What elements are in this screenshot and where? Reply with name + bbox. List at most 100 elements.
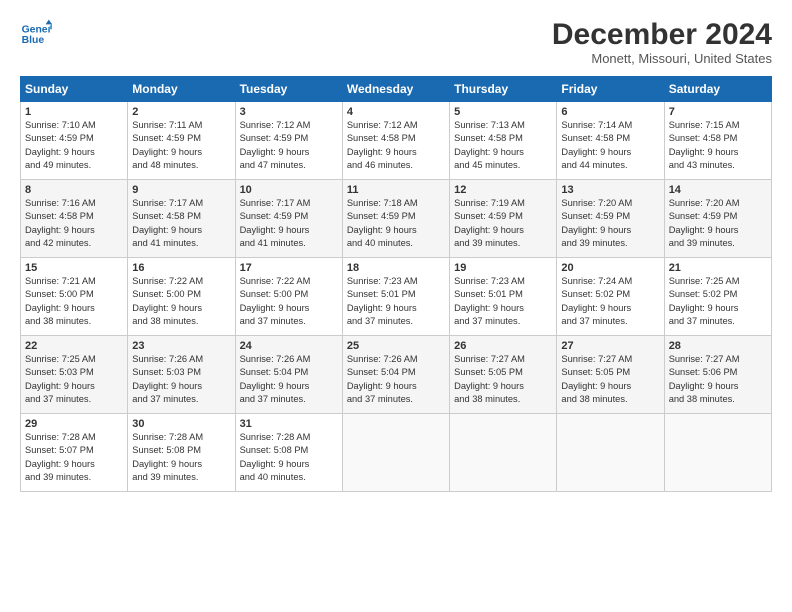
day-number: 26 <box>454 340 552 352</box>
day-number: 21 <box>669 262 767 274</box>
daylight-label: Daylight: 9 hours <box>25 147 95 157</box>
daylight-minutes: and 49 minutes. <box>25 160 91 170</box>
day-number: 29 <box>25 418 123 430</box>
day-number: 24 <box>240 340 338 352</box>
day-number: 9 <box>132 184 230 196</box>
day-number: 14 <box>669 184 767 196</box>
daylight-label: Daylight: 9 hours <box>132 381 202 391</box>
day-number: 4 <box>347 106 445 118</box>
day-number: 22 <box>25 340 123 352</box>
col-friday: Friday <box>557 77 664 102</box>
sunset-label: Sunset: 4:58 PM <box>454 133 523 143</box>
daylight-minutes: and 38 minutes. <box>25 316 91 326</box>
sunrise-label: Sunrise: 7:12 AM <box>347 120 418 130</box>
daylight-minutes: and 38 minutes. <box>669 394 735 404</box>
day-info: Sunrise: 7:27 AM Sunset: 5:05 PM Dayligh… <box>454 353 552 407</box>
day-info: Sunrise: 7:17 AM Sunset: 4:58 PM Dayligh… <box>132 197 230 251</box>
table-row: 23 Sunrise: 7:26 AM Sunset: 5:03 PM Dayl… <box>128 336 235 414</box>
day-number: 18 <box>347 262 445 274</box>
daylight-label: Daylight: 9 hours <box>132 303 202 313</box>
table-row: 25 Sunrise: 7:26 AM Sunset: 5:04 PM Dayl… <box>342 336 449 414</box>
daylight-label: Daylight: 9 hours <box>454 303 524 313</box>
day-number: 1 <box>25 106 123 118</box>
daylight-minutes: and 39 minutes. <box>454 238 520 248</box>
daylight-label: Daylight: 9 hours <box>669 225 739 235</box>
day-info: Sunrise: 7:14 AM Sunset: 4:58 PM Dayligh… <box>561 119 659 173</box>
day-number: 5 <box>454 106 552 118</box>
day-number: 31 <box>240 418 338 430</box>
sunrise-label: Sunrise: 7:27 AM <box>669 354 740 364</box>
table-row: 22 Sunrise: 7:25 AM Sunset: 5:03 PM Dayl… <box>21 336 128 414</box>
sunset-label: Sunset: 4:58 PM <box>132 211 201 221</box>
daylight-minutes: and 40 minutes. <box>240 472 306 482</box>
day-number: 7 <box>669 106 767 118</box>
day-info: Sunrise: 7:18 AM Sunset: 4:59 PM Dayligh… <box>347 197 445 251</box>
daylight-minutes: and 37 minutes. <box>240 394 306 404</box>
sunset-label: Sunset: 4:58 PM <box>25 211 94 221</box>
day-info: Sunrise: 7:27 AM Sunset: 5:05 PM Dayligh… <box>561 353 659 407</box>
daylight-label: Daylight: 9 hours <box>347 303 417 313</box>
table-row: 18 Sunrise: 7:23 AM Sunset: 5:01 PM Dayl… <box>342 258 449 336</box>
daylight-label: Daylight: 9 hours <box>25 459 95 469</box>
sunset-label: Sunset: 5:04 PM <box>240 367 309 377</box>
sunset-label: Sunset: 5:04 PM <box>347 367 416 377</box>
daylight-minutes: and 45 minutes. <box>454 160 520 170</box>
logo: General Blue <box>20 18 52 50</box>
daylight-minutes: and 38 minutes. <box>454 394 520 404</box>
sunrise-label: Sunrise: 7:26 AM <box>347 354 418 364</box>
sunset-label: Sunset: 5:05 PM <box>454 367 523 377</box>
day-number: 27 <box>561 340 659 352</box>
daylight-label: Daylight: 9 hours <box>669 147 739 157</box>
daylight-minutes: and 37 minutes. <box>454 316 520 326</box>
table-row: 16 Sunrise: 7:22 AM Sunset: 5:00 PM Dayl… <box>128 258 235 336</box>
table-row: 7 Sunrise: 7:15 AM Sunset: 4:58 PM Dayli… <box>664 102 771 180</box>
daylight-minutes: and 47 minutes. <box>240 160 306 170</box>
table-row: 11 Sunrise: 7:18 AM Sunset: 4:59 PM Dayl… <box>342 180 449 258</box>
day-number: 15 <box>25 262 123 274</box>
svg-text:General: General <box>22 24 52 35</box>
day-info: Sunrise: 7:12 AM Sunset: 4:58 PM Dayligh… <box>347 119 445 173</box>
sunset-label: Sunset: 4:58 PM <box>669 133 738 143</box>
daylight-label: Daylight: 9 hours <box>454 225 524 235</box>
day-number: 3 <box>240 106 338 118</box>
sunset-label: Sunset: 4:58 PM <box>347 133 416 143</box>
sunset-label: Sunset: 5:02 PM <box>561 289 630 299</box>
daylight-minutes: and 39 minutes. <box>25 472 91 482</box>
sunrise-label: Sunrise: 7:15 AM <box>669 120 740 130</box>
table-row: 3 Sunrise: 7:12 AM Sunset: 4:59 PM Dayli… <box>235 102 342 180</box>
col-sunday: Sunday <box>21 77 128 102</box>
sunrise-label: Sunrise: 7:14 AM <box>561 120 632 130</box>
day-info: Sunrise: 7:17 AM Sunset: 4:59 PM Dayligh… <box>240 197 338 251</box>
day-number: 13 <box>561 184 659 196</box>
day-number: 12 <box>454 184 552 196</box>
daylight-minutes: and 39 minutes. <box>132 472 198 482</box>
table-row <box>664 414 771 492</box>
day-number: 25 <box>347 340 445 352</box>
sunset-label: Sunset: 5:06 PM <box>669 367 738 377</box>
daylight-minutes: and 38 minutes. <box>132 316 198 326</box>
day-info: Sunrise: 7:25 AM Sunset: 5:03 PM Dayligh… <box>25 353 123 407</box>
daylight-label: Daylight: 9 hours <box>347 147 417 157</box>
sunset-label: Sunset: 5:05 PM <box>561 367 630 377</box>
daylight-minutes: and 37 minutes. <box>240 316 306 326</box>
col-monday: Monday <box>128 77 235 102</box>
table-row: 19 Sunrise: 7:23 AM Sunset: 5:01 PM Dayl… <box>450 258 557 336</box>
table-row: 9 Sunrise: 7:17 AM Sunset: 4:58 PM Dayli… <box>128 180 235 258</box>
sunset-label: Sunset: 4:58 PM <box>561 133 630 143</box>
sunset-label: Sunset: 4:59 PM <box>240 211 309 221</box>
day-info: Sunrise: 7:13 AM Sunset: 4:58 PM Dayligh… <box>454 119 552 173</box>
day-number: 17 <box>240 262 338 274</box>
sunrise-label: Sunrise: 7:28 AM <box>240 432 311 442</box>
sunrise-label: Sunrise: 7:23 AM <box>454 276 525 286</box>
daylight-label: Daylight: 9 hours <box>240 147 310 157</box>
sunset-label: Sunset: 5:01 PM <box>347 289 416 299</box>
calendar-table: Sunday Monday Tuesday Wednesday Thursday… <box>20 76 772 492</box>
table-row: 24 Sunrise: 7:26 AM Sunset: 5:04 PM Dayl… <box>235 336 342 414</box>
sunset-label: Sunset: 5:02 PM <box>669 289 738 299</box>
table-row: 21 Sunrise: 7:25 AM Sunset: 5:02 PM Dayl… <box>664 258 771 336</box>
table-row: 14 Sunrise: 7:20 AM Sunset: 4:59 PM Dayl… <box>664 180 771 258</box>
table-row: 31 Sunrise: 7:28 AM Sunset: 5:08 PM Dayl… <box>235 414 342 492</box>
table-row: 8 Sunrise: 7:16 AM Sunset: 4:58 PM Dayli… <box>21 180 128 258</box>
day-info: Sunrise: 7:25 AM Sunset: 5:02 PM Dayligh… <box>669 275 767 329</box>
table-row: 5 Sunrise: 7:13 AM Sunset: 4:58 PM Dayli… <box>450 102 557 180</box>
